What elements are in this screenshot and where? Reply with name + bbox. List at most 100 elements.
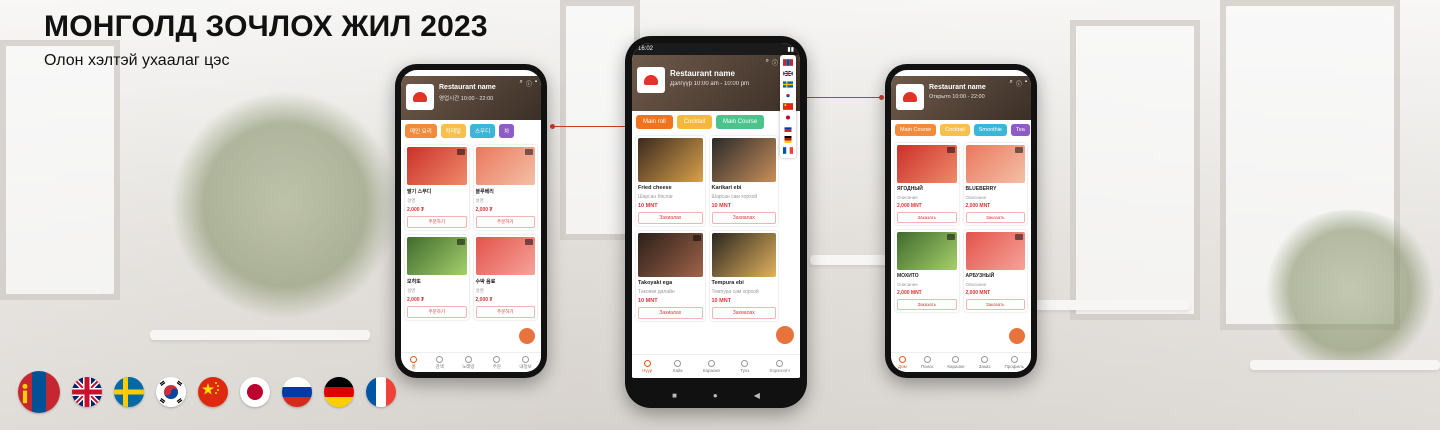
menu-item[interactable]: 수박 음료 설명 2,000 ₮ 주문하기 — [473, 235, 537, 320]
tab-main-roll[interactable]: Main roll — [636, 115, 673, 129]
search-icon[interactable]: ⌕ — [1009, 79, 1012, 88]
flag-ru-icon[interactable] — [783, 125, 793, 132]
flag-de-icon[interactable] — [783, 136, 793, 143]
order-button[interactable]: Заказать — [965, 212, 1025, 223]
menu-item[interactable]: Tempura ebi Темпура сам хорхой 10 MNT За… — [709, 231, 778, 321]
tab-tea[interactable]: Tea — [1011, 124, 1030, 136]
image-badge-icon — [692, 235, 701, 241]
flag-uk-icon[interactable] — [72, 377, 102, 407]
tab-main[interactable]: 메인 요리 — [405, 124, 437, 138]
flag-jp-icon[interactable] — [783, 114, 793, 121]
image-badge-icon — [946, 234, 955, 240]
flag-cn-icon[interactable] — [783, 103, 793, 110]
home-button-icon[interactable]: ● — [713, 391, 718, 400]
item-desc: Описание — [897, 282, 918, 287]
flag-china-icon[interactable] — [198, 377, 228, 407]
menu-item[interactable]: Karikari ebi Шарсан сам хорхой 10 MNT За… — [709, 136, 778, 226]
nav-home[interactable]: Нүүр — [642, 360, 652, 373]
menu-item[interactable]: BLUEBERRY Описание 2,000 MNT Заказать — [963, 143, 1027, 225]
flag-gb-icon[interactable] — [783, 70, 793, 77]
nav-order[interactable]: 주문 — [493, 355, 501, 370]
item-name: Takoyaki ega — [638, 280, 673, 286]
item-price: 2,000 MNT — [897, 290, 922, 296]
flag-france-icon[interactable] — [366, 377, 396, 407]
tab-cocktail[interactable]: 칵테일 — [440, 124, 466, 138]
tab-cocktail[interactable]: Cocktail — [676, 115, 713, 129]
nav-karaoke[interactable]: Караоке — [703, 360, 720, 373]
food-image — [897, 145, 957, 183]
image-badge-icon — [456, 149, 465, 155]
cart-fab-button[interactable] — [519, 328, 535, 344]
flag-russia-icon[interactable] — [282, 377, 312, 407]
menu-item[interactable]: АРБУЗНЫЙ Описание 2,000 MNT Заказать — [963, 230, 1027, 312]
nav-profile[interactable]: Хэрэглэгч — [769, 360, 790, 373]
search-icon[interactable]: ⌕ — [766, 58, 769, 67]
order-button[interactable]: 주문하기 — [475, 306, 535, 318]
nav-home[interactable]: 홈 — [410, 355, 418, 370]
cart-fab-button[interactable] — [776, 326, 794, 344]
restaurant-header: ⌕ ⓘ ▪ Restaurant name Открыто 10:00 - 22… — [891, 76, 1031, 120]
order-button[interactable]: Захиалах — [711, 307, 776, 319]
nav-search[interactable]: Поиск — [921, 356, 933, 369]
flag-korea-icon[interactable] — [156, 377, 186, 407]
info-icon[interactable]: ⓘ — [1016, 79, 1022, 88]
phone-screen: ⌕ ⓘ ▪ Restaurant name Открыто 10:00 - 22… — [891, 70, 1031, 372]
order-button[interactable]: Заказать — [965, 299, 1025, 310]
menu-item[interactable]: ЯГОДНЫЙ Описание 2,000 MNT Заказать — [895, 143, 959, 225]
menu-item[interactable]: 블루베리 설명 2,000 ₮ 주문하기 — [473, 145, 537, 230]
home-icon — [643, 360, 651, 367]
nav-karaoke[interactable]: Караоке — [947, 356, 965, 369]
order-button[interactable]: 주문하기 — [407, 216, 467, 228]
item-name: Tempura ebi — [711, 280, 744, 286]
tab-tea[interactable]: 차 — [499, 124, 515, 138]
nav-karaoke[interactable]: 노래방 — [462, 355, 474, 370]
info-icon[interactable]: ⓘ — [772, 58, 778, 67]
order-button[interactable]: Захиалах — [638, 307, 703, 319]
language-flag-icon[interactable]: ▪ — [1025, 79, 1027, 88]
image-badge-icon — [1015, 147, 1023, 153]
flag-mongolia-icon[interactable] — [18, 371, 60, 413]
info-icon[interactable]: ⓘ — [526, 79, 532, 88]
nav-profile[interactable]: Профиль — [1005, 356, 1024, 369]
image-badge-icon — [525, 239, 533, 245]
nav-search[interactable]: Хайх — [672, 360, 683, 373]
nav-order[interactable]: Тухз — [740, 360, 749, 373]
menu-item[interactable]: Fried cheese Шарсан бяслаг 10 MNT Захиал… — [636, 136, 705, 226]
order-button[interactable]: Заказать — [897, 212, 957, 223]
tab-smoothie[interactable]: 스무디 — [469, 124, 496, 138]
nav-home[interactable]: Дом — [898, 356, 907, 369]
order-button[interactable]: Захиалах — [711, 212, 776, 224]
recent-apps-icon[interactable]: ■ — [672, 391, 677, 400]
nav-order[interactable]: Заказ — [979, 356, 990, 369]
flag-se-icon[interactable] — [783, 81, 793, 88]
flag-sweden-icon[interactable] — [114, 377, 144, 407]
order-button[interactable]: Заказать — [897, 299, 957, 310]
menu-item[interactable]: Takoyaki ega Такояки далайн 10 MNT Захиа… — [636, 231, 705, 321]
tab-main-course[interactable]: Main Course — [895, 124, 937, 136]
nav-search[interactable]: 검색 — [435, 355, 444, 370]
menu-item[interactable]: 모히또 설명 2,000 ₮ 주문하기 — [405, 235, 469, 320]
flag-mn-icon[interactable] — [783, 59, 793, 66]
nav-profile[interactable]: 내정보 — [519, 355, 532, 370]
tab-smoothie[interactable]: Smoothie — [973, 124, 1007, 136]
language-dropdown[interactable] — [780, 55, 796, 158]
language-flag-icon[interactable]: ▪ — [535, 79, 537, 88]
flag-germany-icon[interactable] — [324, 377, 354, 407]
flag-japan-icon[interactable] — [240, 377, 270, 407]
back-icon[interactable]: ◀ — [754, 391, 760, 400]
menu-item[interactable]: 딸기 스무디 설명 2,000 ₮ 주문하기 — [405, 145, 469, 230]
order-button[interactable]: Захиалах — [638, 212, 703, 224]
restaurant-logo — [896, 84, 924, 110]
image-badge-icon — [1015, 234, 1023, 240]
order-button[interactable]: 주문하기 — [407, 306, 467, 318]
tab-main-course[interactable]: Main Course — [716, 115, 765, 129]
menu-item[interactable]: МОХИТО Описание 2,000 MNT Заказать — [895, 230, 959, 312]
flag-fr-icon[interactable] — [783, 147, 793, 154]
cart-fab-button[interactable] — [1009, 328, 1025, 344]
order-button[interactable]: 주문하기 — [475, 216, 535, 228]
search-icon[interactable]: ⌕ — [519, 79, 522, 88]
battery-icon: ▮▮ — [787, 46, 794, 53]
item-price: 2,000 ₮ — [475, 207, 493, 213]
flag-kr-icon[interactable] — [783, 92, 793, 99]
tab-cocktail[interactable]: Cocktail — [940, 124, 970, 136]
